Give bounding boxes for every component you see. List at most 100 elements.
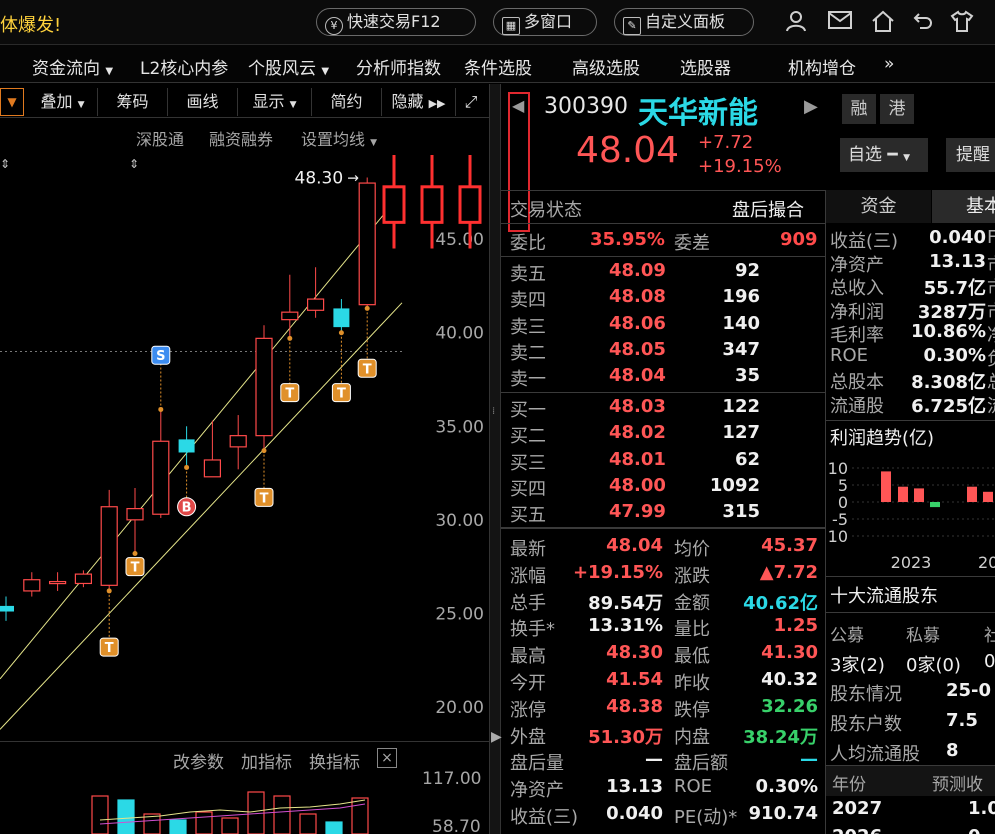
news-ticker[interactable]: 体爆发! bbox=[0, 11, 61, 37]
quote-label: 昨收 bbox=[674, 673, 710, 694]
candle-body bbox=[23, 579, 41, 592]
fundamental-value: 0.040 bbox=[929, 227, 986, 248]
signal-dot bbox=[338, 330, 344, 336]
quote-value: 41.30 bbox=[761, 642, 818, 664]
ask-price[interactable]: 48.05 bbox=[609, 339, 666, 360]
switch-indicator-button[interactable]: 换指标 bbox=[309, 748, 360, 773]
period-dropdown[interactable]: ▼ bbox=[0, 88, 24, 116]
bid-price[interactable]: 47.99 bbox=[609, 501, 666, 522]
nav-advanced-pick[interactable]: 高级选股 bbox=[572, 54, 640, 79]
signal-label: T bbox=[363, 362, 372, 377]
back-icon[interactable] bbox=[911, 10, 935, 34]
nav-more-button[interactable]: » bbox=[884, 54, 894, 74]
next-stock-icon[interactable]: ▶ bbox=[804, 96, 818, 117]
nav-fund-flow[interactable]: 资金流向 ▼ bbox=[32, 54, 113, 79]
quote-value: 45.37 bbox=[761, 535, 818, 556]
hk-connect-tag[interactable]: 港 bbox=[880, 94, 914, 124]
nav-analyst-index[interactable]: 分析师指数 bbox=[356, 54, 441, 79]
fundamental-label: 总收入 bbox=[830, 278, 884, 299]
watchlist-dropdown[interactable]: 自选 ━ ▼ bbox=[840, 138, 928, 172]
indicator-bar bbox=[325, 821, 343, 834]
minus-icon: ━ bbox=[887, 145, 898, 165]
quote-label: 换手* bbox=[510, 619, 555, 641]
indicator-bar bbox=[117, 799, 135, 834]
draw-line-button[interactable]: 画线 bbox=[168, 88, 238, 116]
simple-mode-button[interactable]: 简约 bbox=[312, 88, 382, 116]
chips-button[interactable]: 筹码 bbox=[98, 88, 168, 116]
quick-trade-button[interactable]: ¥ 快速交易F12 bbox=[316, 8, 476, 36]
caret-down-icon: ▼ bbox=[289, 100, 297, 110]
yen-icon: ¥ bbox=[325, 17, 343, 35]
display-button[interactable]: 显示 ▼ bbox=[238, 88, 312, 116]
nav-l2-insider[interactable]: L2核心内参 bbox=[140, 54, 228, 79]
ask-price[interactable]: 48.06 bbox=[609, 313, 666, 334]
fundamental-label: 流通股 bbox=[830, 395, 884, 417]
indicator-bar bbox=[273, 795, 291, 834]
quote-label: 今开 bbox=[510, 673, 546, 694]
y-tick-label: 35.00 bbox=[435, 417, 484, 437]
holder-info-value: 8 bbox=[946, 740, 959, 761]
nav-institution-add[interactable]: 机构增仓 bbox=[788, 54, 856, 79]
fundamental-label: 净资产 bbox=[830, 254, 884, 276]
signal-label: T bbox=[260, 491, 269, 506]
divider bbox=[826, 612, 995, 613]
more-icon[interactable]: ⋮ bbox=[985, 10, 995, 34]
divider bbox=[826, 420, 995, 421]
ask-price[interactable]: 48.08 bbox=[609, 286, 666, 307]
bid-level-label: 买四 bbox=[510, 478, 546, 500]
ma-settings-link[interactable]: 设置均线 ▼ bbox=[301, 126, 377, 150]
bid-price[interactable]: 48.02 bbox=[609, 422, 666, 443]
ask-price[interactable]: 48.09 bbox=[609, 260, 666, 281]
margin-trading-link[interactable]: 融资融券 bbox=[209, 126, 273, 150]
multi-window-button[interactable]: ▦ 多窗口 bbox=[493, 8, 597, 36]
add-indicator-button[interactable]: 加指标 bbox=[241, 748, 292, 773]
quote-value: 51.30万 bbox=[588, 726, 663, 748]
tab-funds[interactable]: 资金 bbox=[826, 190, 931, 223]
mail-icon[interactable] bbox=[828, 10, 852, 34]
indicator-bar bbox=[169, 819, 187, 834]
user-icon[interactable] bbox=[784, 10, 808, 34]
price-change: +7.72 bbox=[698, 132, 754, 153]
nav-stock-news[interactable]: 个股风云 ▼ bbox=[248, 54, 329, 79]
nav-stock-screener[interactable]: 选股器 bbox=[680, 54, 731, 79]
forecast-year: 2027 bbox=[832, 798, 883, 819]
overlay-button[interactable]: 叠加 ▼ bbox=[28, 88, 98, 116]
nav-condition-pick[interactable]: 条件选股 bbox=[464, 54, 532, 79]
fundamental-value: 0.30% bbox=[923, 344, 986, 366]
sz-connect-link[interactable]: 深股通 bbox=[136, 126, 184, 150]
fullscreen-icon[interactable]: ⤢ bbox=[456, 88, 486, 116]
hide-button[interactable]: 隐藏 ▶▶ bbox=[382, 88, 456, 116]
shirt-icon[interactable] bbox=[950, 10, 974, 34]
fundamental-value: 10.86% bbox=[911, 321, 986, 342]
ask-price[interactable]: 48.04 bbox=[609, 365, 666, 386]
ask-volume: 140 bbox=[722, 312, 760, 334]
quote-label: 盘后量 bbox=[510, 753, 564, 775]
bid-price[interactable]: 48.03 bbox=[609, 396, 666, 417]
indicator-tick: 58.70 bbox=[432, 817, 481, 834]
custom-layout-button[interactable]: ✎ 自定义面板 bbox=[614, 8, 754, 36]
candlestick-chart[interactable]: 45.00 40.00 35.00 30.00 25.00 20.00 ⇕ ⇕ T T S B T T T T… bbox=[0, 150, 489, 740]
change-params-button[interactable]: 改参数 bbox=[173, 748, 224, 773]
quote-label: 均价 bbox=[674, 539, 710, 560]
tab-basic[interactable]: 基本 bbox=[932, 190, 995, 223]
bid-price[interactable]: 48.00 bbox=[609, 475, 666, 496]
panel-splitter[interactable]: ⁞ ▶ bbox=[489, 84, 502, 834]
bid-level-label: 买三 bbox=[510, 452, 546, 474]
margin-tag[interactable]: 融 bbox=[842, 94, 876, 124]
bid-volume: 62 bbox=[734, 448, 760, 470]
stock-name: 天华新能 bbox=[638, 96, 758, 131]
high-price-annotation: 48.30 bbox=[295, 168, 344, 188]
bid-price[interactable]: 48.01 bbox=[609, 449, 666, 470]
home-icon[interactable] bbox=[871, 10, 895, 34]
bid-level-label: 买五 bbox=[510, 505, 546, 527]
holder-header-social: 社 bbox=[984, 626, 995, 646]
divider bbox=[0, 741, 489, 742]
quote-label: 最新 bbox=[510, 539, 546, 560]
indicator-tick: 117.00 bbox=[422, 769, 482, 789]
close-icon[interactable]: × bbox=[377, 748, 397, 768]
volume-indicator-chart[interactable] bbox=[0, 772, 489, 834]
caret-down-icon: ▼ bbox=[105, 66, 114, 77]
alert-button[interactable]: 提醒 bbox=[946, 138, 995, 172]
forecast-year-header: 年份 bbox=[832, 775, 866, 795]
signal-dot bbox=[132, 551, 138, 557]
